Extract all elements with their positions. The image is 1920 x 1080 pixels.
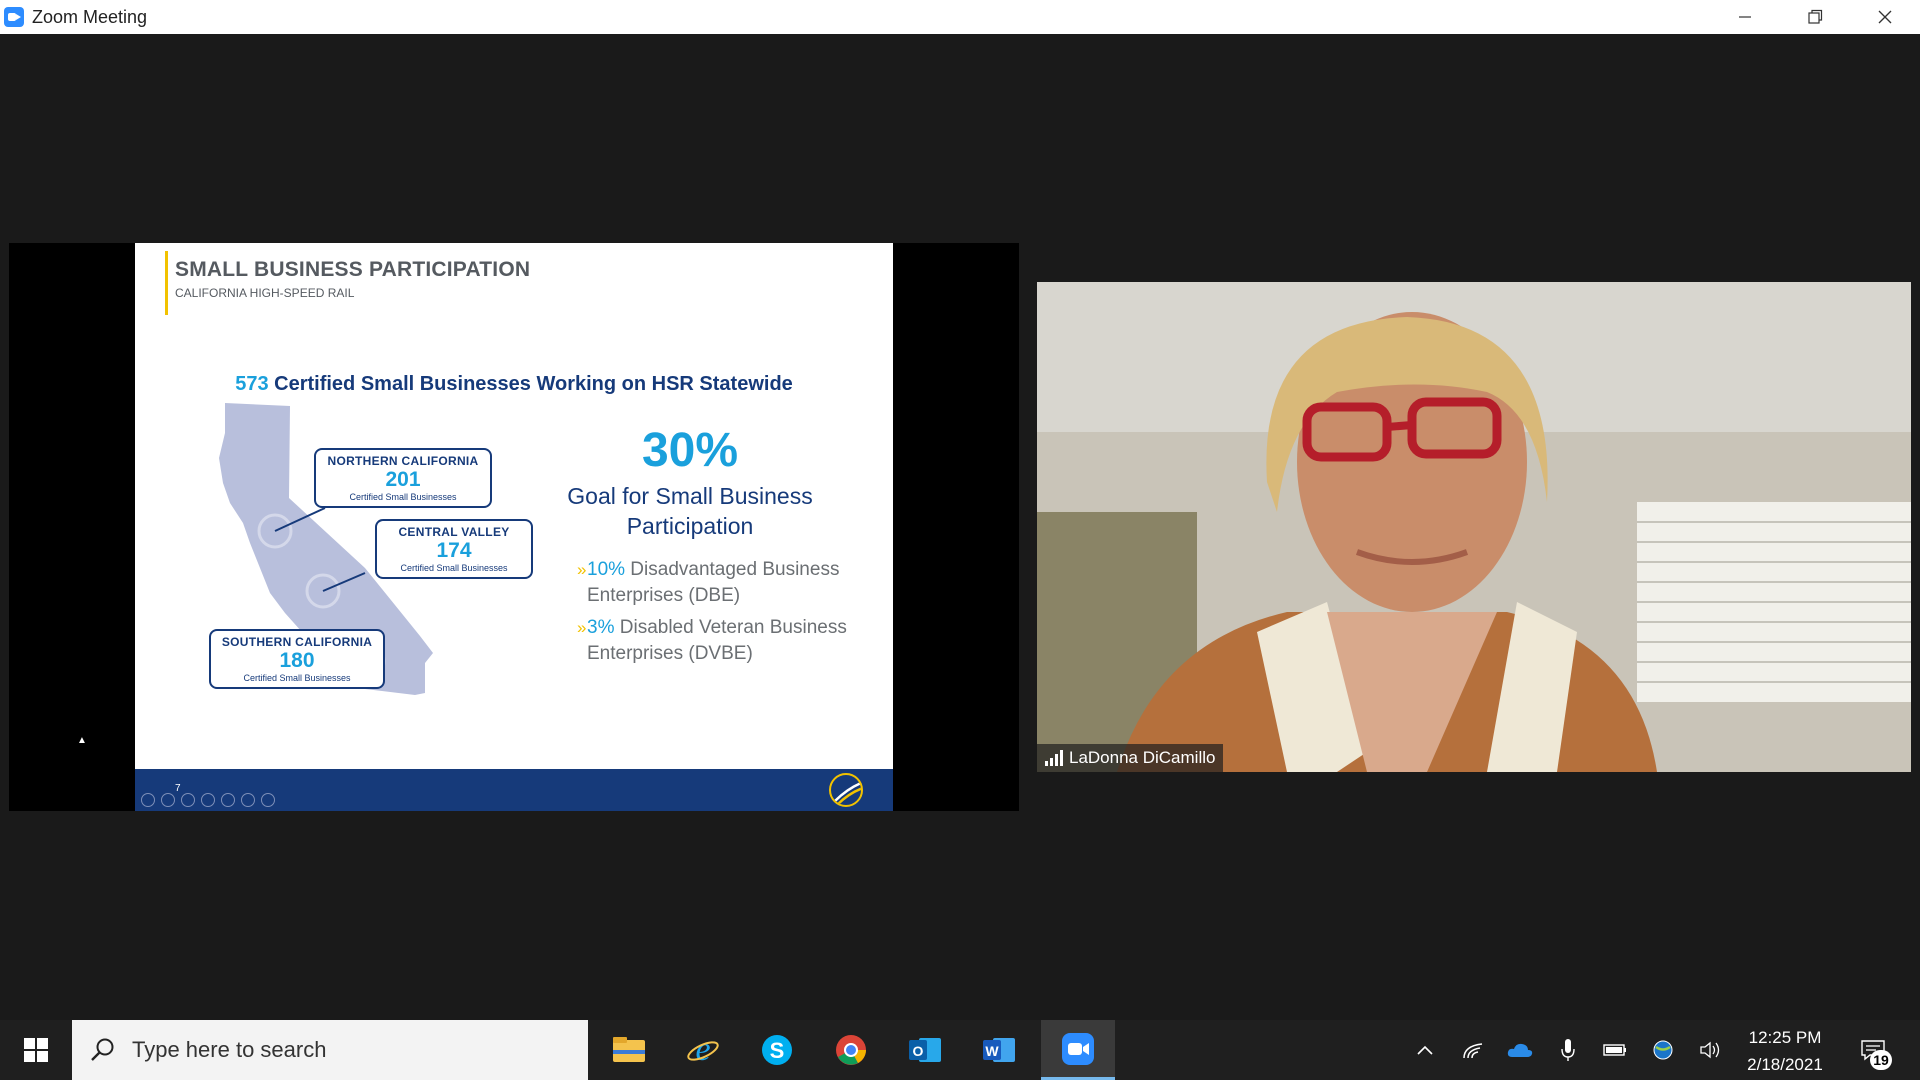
bullet-percent: 3% (587, 617, 615, 638)
hsr-logo (829, 773, 863, 807)
chevron-up-icon (1417, 1045, 1433, 1055)
region-count: 201 (385, 468, 421, 491)
close-icon (1878, 10, 1892, 24)
headline-text: Certified Small Businesses Working on HS… (274, 373, 793, 395)
restore-icon (1808, 9, 1823, 24)
region-count: 174 (436, 539, 472, 562)
windows-logo-icon (24, 1038, 48, 1062)
headline-number: 573 (235, 373, 269, 395)
callout-southern-california: SOUTHERN CALIFORNIA 180 Certified Small … (209, 629, 385, 689)
chevron-icon: » (577, 618, 587, 637)
region-label: Certified Small Businesses (349, 492, 457, 502)
speaker-icon (1700, 1041, 1720, 1059)
outlook-icon: O (909, 1038, 941, 1062)
taskbar-search-box[interactable]: Type here to search (72, 1020, 588, 1080)
slides-grid-icon[interactable] (201, 793, 215, 807)
svg-text:O: O (913, 1043, 924, 1059)
region-name: SOUTHERN CALIFORNIA (221, 635, 373, 649)
taskbar-chrome[interactable] (814, 1020, 888, 1080)
zoom-icon (1062, 1032, 1094, 1065)
subtitles-icon[interactable] (241, 793, 255, 807)
close-button[interactable] (1850, 0, 1920, 34)
window-controls (1710, 0, 1920, 34)
tray-microphone[interactable] (1553, 1020, 1583, 1080)
clock-date: 2/18/2021 (1747, 1055, 1823, 1074)
word-icon: W (983, 1038, 1015, 1062)
tray-vpn[interactable] (1648, 1020, 1678, 1080)
chrome-icon (836, 1035, 866, 1065)
tray-battery[interactable] (1600, 1020, 1630, 1080)
taskbar-clock[interactable]: 12:25 PM 2/18/2021 (1730, 1024, 1840, 1078)
title-bar: Zoom Meeting (0, 0, 1920, 34)
bullet-dvbe: » 3% Disabled Veteran Business Enterprise… (577, 615, 847, 667)
svg-text:S: S (770, 1038, 785, 1063)
tray-onedrive[interactable] (1505, 1020, 1535, 1080)
zoom-icon[interactable] (221, 793, 235, 807)
participant-name-tag: LaDonna DiCamillo (1037, 744, 1224, 772)
bullet-text: Disadvantaged Business Enterprises (DBE) (587, 559, 840, 606)
restore-button[interactable] (1780, 0, 1850, 34)
callout-northern-california: NORTHERN CALIFORNIA 201 Certified Small … (314, 448, 492, 508)
file-explorer-icon (613, 1037, 645, 1062)
show-hidden-icons-button[interactable] (1410, 1020, 1440, 1080)
wifi-icon (1463, 1043, 1483, 1059)
svg-text:e: e (695, 1032, 710, 1068)
minimize-icon (1739, 16, 1751, 18)
minimize-button[interactable] (1710, 0, 1780, 34)
slide-footer: 7 (135, 769, 893, 811)
region-label: Certified Small Businesses (243, 673, 351, 683)
onedrive-cloud-icon (1507, 1043, 1533, 1057)
next-slide-icon[interactable] (161, 793, 175, 807)
participant-video[interactable]: LaDonna DiCamillo (1037, 282, 1911, 772)
bullet-percent: 10% (587, 559, 626, 580)
window-title: Zoom Meeting (32, 6, 148, 27)
microphone-icon (1561, 1039, 1575, 1061)
clock-time: 12:25 PM (1748, 1028, 1822, 1047)
bullet-text: Disabled Veteran Business Enterprises (D… (587, 617, 847, 664)
title-accent-bar (165, 251, 168, 315)
presentation-slide: SMALL BUSINESS PARTICIPATION CALIFORNIA … (135, 243, 893, 811)
participant-name: LaDonna DiCamillo (1069, 748, 1216, 767)
pen-icon[interactable] (181, 793, 195, 807)
search-icon (91, 1038, 114, 1061)
chevron-icon: » (577, 560, 587, 579)
taskbar-zoom[interactable] (1041, 1020, 1115, 1080)
bullet-dbe: » 10% Disadvantaged Business Enterprises … (577, 557, 847, 609)
callout-central-valley: CENTRAL VALLEY 174 Certified Small Busin… (375, 519, 533, 579)
notification-count-badge: 19 (1870, 1050, 1892, 1070)
tray-volume[interactable] (1696, 1020, 1726, 1080)
region-name: NORTHERN CALIFORNIA (327, 454, 479, 468)
more-options-icon[interactable] (261, 793, 275, 807)
start-button[interactable] (0, 1020, 72, 1080)
tray-network[interactable] (1458, 1020, 1488, 1080)
internet-explorer-icon: e (687, 1032, 719, 1068)
taskbar-outlook[interactable]: O (888, 1020, 962, 1080)
globe-icon (1653, 1040, 1673, 1060)
region-name: CENTRAL VALLEY (398, 525, 510, 539)
shared-screen[interactable]: SMALL BUSINESS PARTICIPATION CALIFORNIA … (9, 243, 1019, 811)
slideshow-controls (141, 793, 275, 807)
goal-percent: 30% (641, 424, 739, 477)
region-count: 180 (279, 649, 315, 672)
taskbar-internet-explorer[interactable]: e (666, 1020, 740, 1080)
zoom-app-icon (4, 7, 24, 27)
goal-text: Goal for Small Business Participation (567, 483, 813, 539)
previous-slide-icon[interactable] (141, 793, 155, 807)
slide-title: SMALL BUSINESS PARTICIPATION (175, 258, 531, 281)
connection-signal-icon (1045, 750, 1063, 766)
participant-video-frame (1037, 282, 1911, 772)
taskbar-word[interactable]: W (962, 1020, 1036, 1080)
svg-text:W: W (985, 1043, 999, 1059)
slide-headline: 573 Certified Small Businesses Working o… (135, 373, 893, 396)
taskbar-file-explorer[interactable] (592, 1020, 666, 1080)
windows-taskbar: Type here to search e S O W 12:25 PM 2/1… (0, 1020, 1920, 1080)
region-label: Certified Small Businesses (400, 563, 508, 573)
slide-subtitle: CALIFORNIA HIGH-SPEED RAIL (175, 286, 355, 300)
mouse-cursor: ▲ (77, 735, 87, 746)
skype-icon: S (762, 1035, 792, 1065)
search-placeholder: Type here to search (132, 1037, 327, 1062)
battery-icon (1603, 1044, 1626, 1056)
taskbar-skype[interactable]: S (740, 1020, 814, 1080)
